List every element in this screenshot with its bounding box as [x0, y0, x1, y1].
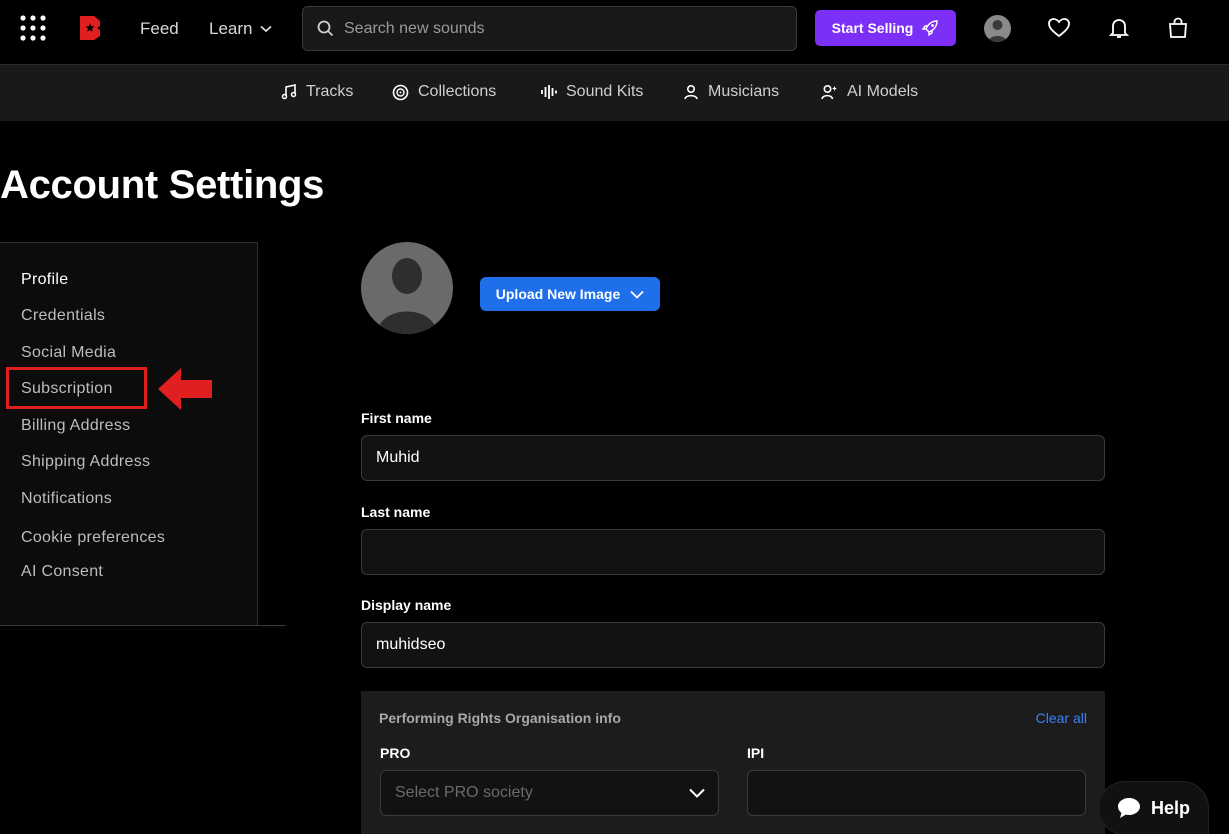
ai-person-icon — [821, 84, 837, 100]
tab-musicians[interactable]: Musicians — [683, 83, 779, 101]
clear-all-link[interactable]: Clear all — [1036, 710, 1087, 726]
tab-label: Collections — [418, 83, 497, 100]
rocket-icon — [922, 20, 939, 37]
chat-bubble-icon — [1117, 798, 1140, 818]
beatstars-logo-icon[interactable] — [78, 14, 102, 42]
last-name-input[interactable] — [361, 529, 1105, 575]
last-name-label: Last name — [361, 504, 431, 520]
pro-select-placeholder: Select PRO society — [395, 784, 533, 801]
apps-grid-icon[interactable] — [20, 15, 46, 41]
search-input[interactable] — [344, 19, 774, 38]
shopping-bag-icon[interactable] — [1166, 16, 1190, 40]
tab-sound-kits[interactable]: Sound Kits — [540, 83, 643, 101]
feed-link[interactable]: Feed — [140, 19, 179, 39]
tab-label: Tracks — [306, 83, 354, 100]
sidebar-item-cookie-preferences[interactable]: Cookie preferences — [21, 529, 165, 547]
tab-ai-models[interactable]: AI Models — [821, 83, 918, 101]
search-bar[interactable] — [302, 6, 797, 51]
avatar-silhouette-icon — [988, 20, 1007, 42]
tab-label: Musicians — [708, 83, 780, 100]
chevron-down-icon — [630, 290, 644, 299]
upload-new-image-button[interactable]: Upload New Image — [480, 277, 660, 311]
pro-panel-title: Performing Rights Organisation info — [379, 710, 621, 726]
learn-dropdown[interactable]: Learn — [209, 19, 273, 39]
vinyl-icon — [392, 84, 409, 100]
display-name-input[interactable] — [361, 622, 1105, 668]
music-note-icon — [281, 84, 297, 100]
person-icon — [684, 84, 698, 100]
learn-label: Learn — [209, 19, 253, 38]
pro-info-panel: Performing Rights Organisation info Clea… — [361, 691, 1105, 834]
sidebar-item-social-media[interactable]: Social Media — [21, 344, 116, 362]
sidebar-item-shipping-address[interactable]: Shipping Address — [21, 453, 150, 471]
profile-avatar[interactable] — [361, 242, 453, 334]
subscription-highlight-box — [6, 367, 147, 409]
first-name-label: First name — [361, 410, 432, 426]
sidebar-item-ai-consent[interactable]: AI Consent — [21, 563, 103, 581]
start-selling-button[interactable]: Start Selling — [815, 10, 956, 46]
tab-label: AI Models — [847, 83, 919, 100]
sidebar-item-notifications[interactable]: Notifications — [21, 490, 112, 508]
heart-icon[interactable] — [1047, 16, 1071, 40]
first-name-input[interactable] — [361, 435, 1105, 481]
help-button[interactable]: Help — [1099, 782, 1208, 834]
pro-society-select[interactable]: Select PRO society — [380, 770, 719, 816]
page-title: Account Settings — [0, 163, 325, 207]
ipi-input[interactable] — [747, 770, 1086, 816]
sidebar-divider — [0, 625, 286, 626]
sidebar-item-profile[interactable]: Profile — [21, 271, 68, 289]
avatar-silhouette-icon — [377, 258, 437, 334]
bell-icon[interactable] — [1107, 16, 1131, 40]
display-name-label: Display name — [361, 597, 452, 613]
chevron-down-icon — [260, 25, 273, 33]
waveform-icon — [541, 85, 557, 99]
tab-tracks[interactable]: Tracks — [281, 83, 353, 101]
category-navigation: Tracks Collections Sound Kits Musicians … — [0, 65, 1229, 121]
upload-label: Upload New Image — [495, 286, 621, 302]
start-selling-label: Start Selling — [831, 20, 914, 36]
ipi-label: IPI — [747, 745, 765, 761]
top-navigation-bar: Feed Learn Start Selling — [0, 0, 1229, 65]
user-avatar[interactable] — [984, 15, 1011, 42]
tab-label: Sound Kits — [566, 83, 644, 100]
tab-collections[interactable]: Collections — [392, 83, 496, 101]
search-icon — [317, 20, 334, 37]
sidebar-item-credentials[interactable]: Credentials — [21, 307, 105, 325]
pro-label: PRO — [380, 745, 411, 761]
sidebar-item-billing-address[interactable]: Billing Address — [21, 417, 130, 435]
red-arrow-left-icon — [158, 368, 212, 410]
help-label: Help — [1150, 797, 1190, 818]
chevron-down-icon — [689, 788, 705, 798]
